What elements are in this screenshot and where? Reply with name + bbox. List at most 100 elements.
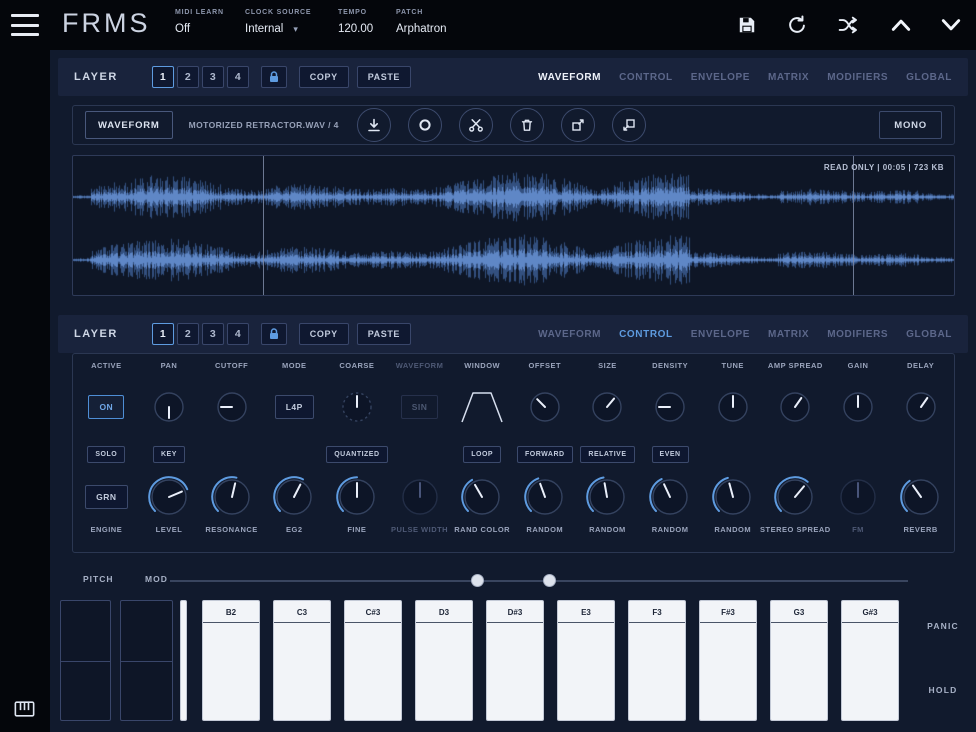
even-button[interactable]: EVEN [652,446,689,463]
virtual-keyboard-icon[interactable] [14,701,35,720]
wheel-handle-1[interactable] [471,574,484,587]
menu-icon[interactable] [11,14,39,36]
tab-matrix[interactable]: MATRIX [768,72,809,83]
solo-button[interactable]: SOLO [87,446,125,463]
tab-modifiers[interactable]: MODIFIERS [827,329,888,340]
expand-editor-button[interactable] [612,108,646,142]
knob-random[interactable] [711,475,755,519]
knob-size[interactable] [588,388,626,426]
tab-envelope[interactable]: ENVELOPE [691,329,750,340]
undo-button[interactable] [782,10,812,40]
knob-eg2[interactable] [272,475,316,519]
patch-field[interactable]: PATCH Arphatron [396,9,447,35]
waveform-source-button[interactable]: WAVEFORM [85,111,173,139]
copy-button[interactable]: COPY [299,323,349,345]
key-partial-dark-2[interactable] [120,600,173,721]
forward-button[interactable]: FORWARD [517,446,573,463]
knob-stereo-spread[interactable] [773,475,817,519]
trim-button[interactable] [459,108,493,142]
l4p-button[interactable]: L4P [275,395,314,419]
knob-reverb[interactable] [899,475,943,519]
waveform-display[interactable] [73,156,954,295]
key-g3[interactable]: G3 [770,600,828,721]
on-button[interactable]: ON [88,395,124,419]
tab-waveform[interactable]: WAVEFORM [538,72,601,83]
save-button[interactable] [732,10,762,40]
key-c3[interactable]: C3 [273,600,331,721]
loop-button[interactable]: LOOP [463,446,501,463]
tab-modifiers[interactable]: MODIFIERS [827,72,888,83]
knob-tune[interactable] [714,388,752,426]
layer-button-1[interactable]: 1 [152,323,174,345]
paste-button[interactable]: PASTE [357,66,411,88]
quantized-button[interactable]: QUANTIZED [326,446,387,463]
knob-fm[interactable] [836,475,880,519]
tab-envelope[interactable]: ENVELOPE [691,72,750,83]
key-gs3[interactable]: G#3 [841,600,899,721]
tab-global[interactable]: GLOBAL [906,329,952,340]
tab-control[interactable]: CONTROL [619,72,673,83]
layer-button-3[interactable]: 3 [202,323,224,345]
knob-level[interactable] [147,475,191,519]
mod-wheel-label[interactable]: MOD [145,574,168,584]
prev-patch-button[interactable] [886,10,916,40]
wheel-handle-2[interactable] [543,574,556,587]
midi-learn-field[interactable]: MIDI LEARN Off [175,9,224,35]
waveform-cursor-2[interactable] [853,156,854,295]
next-patch-button[interactable] [936,10,966,40]
key-button[interactable]: KEY [153,446,185,463]
waveform-cursor-1[interactable] [263,156,264,295]
knob-gain[interactable] [839,388,877,426]
layer-button-4[interactable]: 4 [227,66,249,88]
key-f3[interactable]: F3 [628,600,686,721]
key-cs3[interactable]: C#3 [344,600,402,721]
popout-editor-button[interactable] [561,108,595,142]
knob-cutoff[interactable] [213,388,251,426]
layer-button-3[interactable]: 3 [202,66,224,88]
knob-pulse-width[interactable] [398,475,442,519]
wheel-slider-track[interactable] [170,580,908,582]
key-d3[interactable]: D3 [415,600,473,721]
knob-delay[interactable] [902,388,940,426]
knob-density[interactable] [651,388,689,426]
knob-rand-color[interactable] [460,475,504,519]
key-ds3[interactable]: D#3 [486,600,544,721]
knob-resonance[interactable] [210,475,254,519]
lock-button[interactable] [261,323,287,345]
copy-button[interactable]: COPY [299,66,349,88]
layer-button-1[interactable]: 1 [152,66,174,88]
mono-button[interactable]: MONO [879,111,942,139]
key-fs3[interactable]: F#3 [699,600,757,721]
lock-button[interactable] [261,66,287,88]
knob-random[interactable] [523,475,567,519]
sin-button[interactable]: SIN [401,395,439,419]
panic-button[interactable]: PANIC [912,621,974,631]
randomize-button[interactable] [834,10,864,40]
key-partial-dark-1[interactable] [60,600,111,721]
key-partial[interactable] [180,600,187,721]
key-b2[interactable]: B2 [202,600,260,721]
layer-button-2[interactable]: 2 [177,323,199,345]
layer-button-2[interactable]: 2 [177,66,199,88]
knob-pan[interactable] [150,388,188,426]
window-shape-display[interactable] [459,388,505,426]
knob-coarse[interactable] [338,388,376,426]
knob-random[interactable] [585,475,629,519]
relative-button[interactable]: RELATIVE [580,446,634,463]
tab-waveform[interactable]: WAVEFORM [538,329,601,340]
knob-amp-spread[interactable] [776,388,814,426]
tempo-field[interactable]: TEMPO 120.00 [338,9,373,35]
paste-button[interactable]: PASTE [357,323,411,345]
record-button[interactable] [408,108,442,142]
load-sample-button[interactable] [357,108,391,142]
tab-matrix[interactable]: MATRIX [768,329,809,340]
knob-fine[interactable] [335,475,379,519]
layer-button-4[interactable]: 4 [227,323,249,345]
grn-button[interactable]: GRN [85,485,127,509]
hold-button[interactable]: HOLD [912,685,974,695]
clock-source-field[interactable]: CLOCK SOURCE Internal▾ [245,9,311,35]
pitch-wheel-label[interactable]: PITCH [83,574,114,584]
delete-sample-button[interactable] [510,108,544,142]
tab-control[interactable]: CONTROL [619,329,673,340]
tab-global[interactable]: GLOBAL [906,72,952,83]
